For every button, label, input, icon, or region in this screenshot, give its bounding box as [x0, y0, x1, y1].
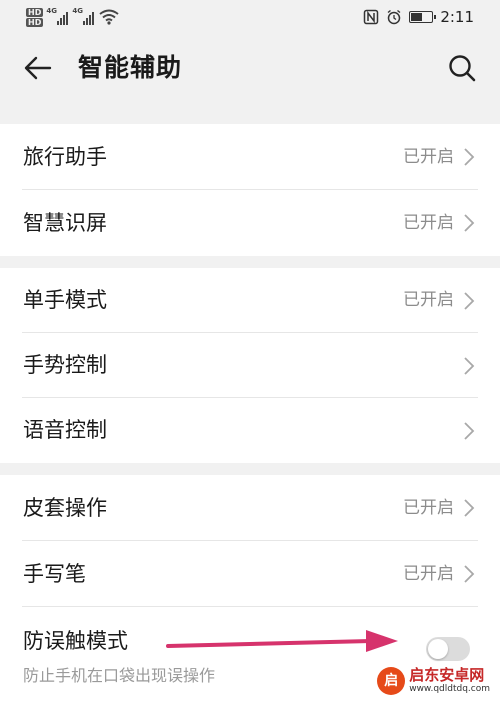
- network-type-label: 4G: [46, 7, 57, 15]
- setting-label: 皮套操作: [23, 496, 107, 520]
- nfc-icon: [364, 9, 379, 25]
- toggle-knob: [428, 639, 448, 659]
- setting-status: 已开启: [403, 564, 454, 584]
- setting-row-smart-screen-recognition[interactable]: 智慧识屏 已开启: [0, 190, 500, 256]
- setting-status: 已开启: [403, 290, 454, 310]
- battery-icon: [409, 11, 437, 23]
- settings-group-1: 旅行助手 已开启 智慧识屏 已开启: [0, 124, 500, 256]
- signal-strength-icon: 4G: [46, 7, 69, 25]
- setting-row-flip-cover[interactable]: 皮套操作 已开启: [0, 475, 500, 541]
- accidental-touch-toggle[interactable]: [426, 637, 470, 661]
- setting-label: 手势控制: [23, 353, 107, 377]
- watermark: 启 启东安卓网 www.qdldtdq.com: [373, 665, 494, 697]
- setting-label: 语音控制: [23, 418, 107, 442]
- hd-badges: HD HD: [26, 7, 44, 27]
- status-bar-right: 2:11: [363, 4, 474, 30]
- setting-description: 防止手机在口袋出现误操作: [23, 666, 216, 685]
- setting-row-stylus[interactable]: 手写笔 已开启: [0, 541, 500, 607]
- status-bar: HD HD 4G 4G 2:11: [0, 0, 500, 34]
- hd-badge: HD: [26, 17, 44, 27]
- network-type-label: 4G: [72, 7, 83, 15]
- watermark-text: 启东安卓网 www.qdldtdq.com: [409, 667, 490, 695]
- setting-label: 智慧识屏: [23, 211, 107, 235]
- chevron-right-icon: [464, 357, 475, 375]
- hd-badge: HD: [26, 7, 44, 17]
- chevron-right-icon: [464, 499, 475, 517]
- watermark-url: www.qdldtdq.com: [409, 684, 490, 694]
- arrow-left-icon: [24, 56, 52, 80]
- chevron-right-icon: [464, 422, 475, 440]
- chevron-right-icon: [464, 565, 475, 583]
- setting-row-gesture-control[interactable]: 手势控制: [0, 333, 500, 398]
- setting-label: 单手模式: [23, 288, 107, 312]
- setting-status: 已开启: [403, 147, 454, 167]
- alarm-icon: [387, 9, 401, 25]
- setting-label: 防误触模式: [23, 629, 128, 653]
- page-title: 智能辅助: [78, 53, 183, 82]
- watermark-title: 启东安卓网: [409, 666, 485, 684]
- watermark-logo: 启: [377, 667, 406, 695]
- setting-row-one-handed-mode[interactable]: 单手模式 已开启: [0, 268, 500, 333]
- top-app-bar: 智能辅助: [0, 34, 500, 100]
- wifi-icon: [99, 9, 119, 25]
- setting-row-voice-control[interactable]: 语音控制: [0, 398, 500, 463]
- status-bar-left: HD HD 4G 4G: [26, 4, 119, 30]
- search-icon: [449, 55, 476, 82]
- settings-group-2: 单手模式 已开启 手势控制 语音控制: [0, 268, 500, 463]
- chevron-right-icon: [464, 292, 475, 310]
- chevron-right-icon: [464, 214, 475, 232]
- search-button[interactable]: [444, 50, 480, 86]
- setting-status: 已开启: [403, 213, 454, 233]
- setting-status: 已开启: [403, 498, 454, 518]
- chevron-right-icon: [464, 148, 475, 166]
- setting-label: 手写笔: [23, 562, 86, 586]
- signal-strength-icon: 4G: [72, 7, 95, 25]
- clock-time: 2:11: [440, 8, 474, 26]
- setting-label: 旅行助手: [23, 145, 107, 169]
- setting-row-travel-assistant[interactable]: 旅行助手 已开启: [0, 124, 500, 190]
- back-button[interactable]: [20, 50, 56, 86]
